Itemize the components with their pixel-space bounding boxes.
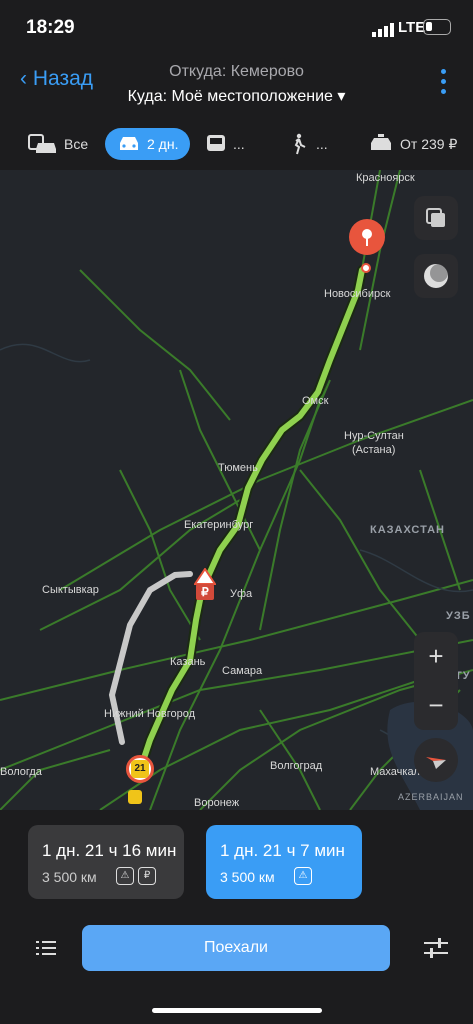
route-option-2[interactable]: 1 дн. 21 ч 7 мин 3 500 км ⚠ bbox=[206, 825, 362, 899]
city-label: Омск bbox=[302, 395, 329, 407]
home-indicator bbox=[152, 1008, 322, 1013]
more-menu-button[interactable] bbox=[440, 69, 448, 95]
compass-button[interactable] bbox=[414, 738, 458, 782]
network-label: LTE bbox=[398, 19, 426, 36]
compass-icon bbox=[426, 757, 446, 769]
car-bus-icon bbox=[28, 134, 56, 153]
tab-car[interactable]: 2 дн. bbox=[105, 128, 191, 160]
go-button[interactable]: Поехали bbox=[82, 925, 390, 971]
tab-label: ... bbox=[233, 136, 245, 152]
route-time: 1 дн. 21 ч 7 мин bbox=[220, 841, 345, 860]
city-label: Уфа bbox=[230, 588, 253, 600]
city-label: Нижний Новгород bbox=[104, 708, 196, 720]
city-label: Тюмень bbox=[218, 462, 258, 474]
status-time: 18:29 bbox=[26, 17, 75, 38]
tab-transit[interactable]: ... bbox=[205, 128, 245, 160]
layers-button[interactable] bbox=[414, 196, 458, 240]
tab-label: 2 дн. bbox=[147, 136, 179, 152]
city-label: Казань bbox=[170, 656, 206, 668]
city-label: Нур-Султан bbox=[344, 430, 404, 442]
route-option-1[interactable]: 1 дн. 21 ч 16 мин 3 500 км ⚠ ₽ bbox=[28, 825, 184, 899]
toll-marker: ₽ bbox=[201, 585, 209, 599]
city-label: Сыктывкар bbox=[42, 584, 99, 596]
city-label: Екатеринбург bbox=[184, 519, 254, 531]
city-label: (Астана) bbox=[352, 444, 396, 456]
toll-badge-icon: ₽ bbox=[138, 867, 156, 885]
tab-taxi[interactable]: От 239 ₽ bbox=[368, 128, 457, 160]
poi-marker-icon bbox=[128, 790, 142, 804]
country-label: УЗБ bbox=[446, 610, 471, 622]
tab-label: Все bbox=[64, 136, 89, 152]
country-label: КАЗАХСТАН bbox=[370, 524, 445, 536]
city-label: Самара bbox=[222, 665, 263, 677]
zoom-out-button[interactable]: − bbox=[414, 681, 458, 730]
dot-icon bbox=[441, 89, 446, 94]
origin-marker-number: 21 bbox=[131, 760, 149, 778]
country-label: AZERBAIJAN bbox=[398, 792, 464, 802]
tab-label: От 239 ₽ bbox=[400, 135, 458, 152]
route-from[interactable]: Откуда: Кемерово bbox=[0, 63, 473, 81]
warning-badge-icon: ⚠ bbox=[116, 867, 134, 885]
signal-icon bbox=[372, 23, 394, 37]
zoom-in-button[interactable]: + bbox=[414, 632, 458, 681]
layers-icon bbox=[426, 208, 445, 227]
tab-label: ... bbox=[316, 136, 328, 152]
road-network bbox=[0, 170, 473, 810]
city-label: Вологда bbox=[0, 766, 42, 778]
traffic-toggle-button[interactable] bbox=[414, 254, 458, 298]
tab-walk[interactable]: ... bbox=[288, 128, 328, 160]
traffic-icon bbox=[424, 264, 448, 288]
map-view[interactable]: Красноярск Новосибирск Омск Нур-Султан (… bbox=[0, 170, 473, 810]
tab-all[interactable]: Все bbox=[28, 128, 88, 160]
battery-icon bbox=[423, 19, 451, 35]
city-label: Красноярск bbox=[356, 172, 415, 184]
city-label: Новосибирск bbox=[324, 288, 391, 300]
city-label: Волгоград bbox=[270, 760, 323, 772]
route-distance: 3 500 км bbox=[220, 869, 275, 885]
car-icon bbox=[120, 137, 138, 150]
dot-icon bbox=[441, 69, 446, 74]
dot-icon bbox=[441, 79, 446, 84]
zoom-controls: + − bbox=[414, 632, 458, 730]
route-distance: 3 500 км bbox=[42, 869, 97, 885]
taxi-icon bbox=[371, 134, 391, 150]
route-to[interactable]: Куда: Моё местоположение ▾ bbox=[0, 86, 473, 106]
warning-badge-icon: ⚠ bbox=[294, 867, 312, 885]
route-time: 1 дн. 21 ч 16 мин bbox=[42, 841, 177, 860]
route-list-icon[interactable] bbox=[36, 940, 56, 956]
destination-pin-icon[interactable] bbox=[348, 218, 386, 262]
route-settings-icon[interactable] bbox=[424, 938, 448, 958]
city-label: Воронеж bbox=[194, 797, 240, 809]
bus-icon bbox=[207, 135, 225, 151]
walk-icon bbox=[294, 133, 306, 155]
